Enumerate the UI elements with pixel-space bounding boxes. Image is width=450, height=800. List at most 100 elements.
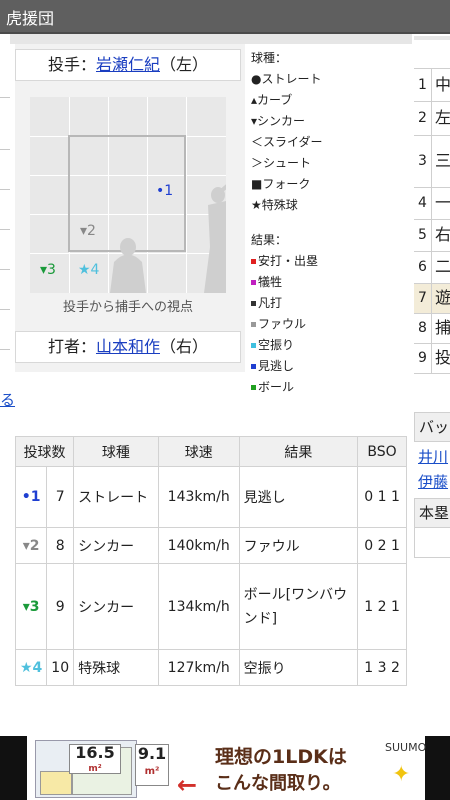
- legend-title: 球種：: [251, 51, 288, 65]
- legend-item: ファウル: [251, 314, 318, 335]
- homerun-cell: [414, 528, 450, 558]
- table-row: ▾2 8 シンカー 140km/h ファウル 0 2 1: [14, 527, 407, 564]
- homerun-header: 本塁: [414, 498, 450, 528]
- lineup-row: 9投: [414, 344, 450, 374]
- result-legend: 結果： 安打・出塁 犠牲 凡打 ファウル 空振り 見逃し ボール: [251, 230, 318, 398]
- col-header: 投球数: [14, 436, 75, 467]
- legend-item: 安打・出塁: [251, 251, 318, 272]
- batter-hand: （右）: [160, 337, 209, 356]
- pitcher-name-link[interactable]: 岩瀬仁紀: [96, 55, 160, 74]
- ad-headline-2: こんな間取り。: [215, 773, 341, 794]
- legend-item: ■フォーク: [251, 177, 311, 191]
- lineup-row: 6二: [414, 252, 450, 284]
- left-divider: [0, 229, 10, 230]
- pitch-type-cell: ストレート: [73, 466, 159, 528]
- col-header: BSO: [357, 436, 407, 467]
- pitcher-hand: （左）: [160, 55, 209, 74]
- bso-cell: 0 1 1: [357, 466, 407, 528]
- ad-size-badge: 9.1 m²: [135, 744, 169, 786]
- pitcher-box: 投手：岩瀬仁紀（左）: [15, 49, 241, 81]
- pitch-mark-cell: ★4: [14, 649, 48, 686]
- pitch-count-cell: 7: [46, 466, 75, 528]
- batter-name-link[interactable]: 山本和作: [96, 337, 160, 356]
- strike-zone-grid: •1 ▾2 ▾3 ★4: [30, 97, 226, 293]
- pitch-mark-2: ▾2: [80, 223, 96, 239]
- col-header: 結果: [238, 436, 359, 467]
- ad-size-badge: 16.5 m²: [69, 744, 121, 774]
- color-swatch: [251, 364, 256, 369]
- pitch-type-cell: 特殊球: [73, 649, 159, 686]
- batter-link[interactable]: 井川: [418, 446, 448, 467]
- ad-headline-1: 理想の1LDKは: [215, 746, 347, 768]
- pitch-mark-4: ★4: [78, 262, 100, 278]
- pitch-result-cell: 見逃し: [238, 466, 359, 528]
- pitch-mark-cell: •1: [14, 466, 48, 528]
- legend-item: ●ストレート: [251, 72, 322, 86]
- pitch-count-cell: 9: [46, 563, 75, 650]
- pitch-mark-cell: ▾2: [14, 527, 48, 564]
- ad-banner[interactable]: 16.5 m² 9.1 m² ← 理想の1LDKは こんな間取り。 SUUMO ✦: [0, 736, 450, 800]
- batter-link[interactable]: 伊藤: [418, 471, 448, 492]
- color-swatch: [251, 301, 256, 306]
- legend-item: ＞シュート: [251, 156, 312, 170]
- content-header-band: [10, 34, 412, 44]
- color-swatch: [251, 385, 256, 390]
- legend-item: ボール: [251, 377, 318, 398]
- left-divider: [0, 189, 10, 190]
- batting-header: バッ: [414, 412, 450, 442]
- pitch-count-cell: 8: [46, 527, 75, 564]
- color-swatch: [251, 259, 256, 264]
- left-partial-link[interactable]: る: [0, 389, 15, 410]
- legend-item: ＜スライダー: [251, 135, 323, 149]
- color-swatch: [251, 322, 256, 327]
- app-titlebar: 虎援団: [0, 0, 450, 34]
- pitch-sequence-table: 投球数 球種 球速 結果 BSO •1 7 ストレート 143km/h 見逃し …: [14, 436, 407, 686]
- pitch-mark-1: •1: [156, 183, 174, 199]
- table-row: •1 7 ストレート 143km/h 見逃し 0 1 1: [14, 466, 407, 528]
- left-divider: [0, 349, 10, 350]
- color-swatch: [251, 280, 256, 285]
- legend-item: 凡打: [251, 293, 318, 314]
- pitch-speed-cell: 143km/h: [157, 466, 240, 528]
- pitch-speed-cell: 134km/h: [157, 563, 240, 650]
- table-row: ★4 10 特殊球 127km/h 空振り 1 3 2: [14, 649, 407, 686]
- pitch-type-legend: 球種： ●ストレート ▴カーブ ▾シンカー ＜スライダー ＞シュート ■フォーク…: [251, 48, 323, 216]
- arrow-left-icon: ←: [177, 771, 198, 799]
- pitch-result-cell: 空振り: [238, 649, 359, 686]
- sparkle-icon: ✦: [392, 762, 411, 787]
- pitch-result-cell: ボール[ワンバウンド]: [238, 563, 359, 650]
- app-title: 虎援団: [6, 9, 55, 28]
- legend-item: 空振り: [251, 335, 318, 356]
- bso-cell: 1 2 1: [357, 563, 407, 650]
- legend-item: ▴カーブ: [251, 93, 293, 107]
- pitch-type-cell: シンカー: [73, 563, 159, 650]
- left-partial-column: る: [0, 34, 15, 444]
- left-divider: [0, 309, 10, 310]
- left-divider: [0, 97, 10, 98]
- ad-content[interactable]: 16.5 m² 9.1 m² ← 理想の1LDKは こんな間取り。 SUUMO ✦: [27, 736, 427, 800]
- pitch-type-cell: シンカー: [73, 527, 159, 564]
- left-divider: [0, 269, 10, 270]
- pitch-mark-cell: ▾3: [14, 563, 48, 650]
- bso-cell: 1 3 2: [357, 649, 407, 686]
- col-header: 球速: [157, 436, 240, 467]
- legend-title: 結果：: [251, 233, 288, 247]
- lineup-row: 5右: [414, 220, 450, 252]
- bso-cell: 0 2 1: [357, 527, 407, 564]
- pitch-speed-cell: 140km/h: [157, 527, 240, 564]
- batter-catcher-silhouette: [110, 184, 226, 293]
- zone-caption: 投手から捕手への視点: [62, 300, 193, 315]
- color-swatch: [251, 343, 256, 348]
- batter-label: 打者：: [47, 337, 96, 356]
- pitch-count-cell: 10: [46, 649, 75, 686]
- lineup-row: 3三: [414, 136, 450, 188]
- left-divider: [0, 149, 10, 150]
- pitch-speed-cell: 127km/h: [157, 649, 240, 686]
- legend-item: ▾シンカー: [251, 114, 306, 128]
- lineup-row: 2左: [414, 102, 450, 136]
- pitcher-label: 投手：: [47, 55, 96, 74]
- lineup-row: 4一: [414, 188, 450, 220]
- ad-brand-logo: SUUMO: [385, 741, 427, 754]
- batter-box: 打者：山本和作（右）: [15, 331, 241, 363]
- pitch-mark-3: ▾3: [40, 262, 56, 278]
